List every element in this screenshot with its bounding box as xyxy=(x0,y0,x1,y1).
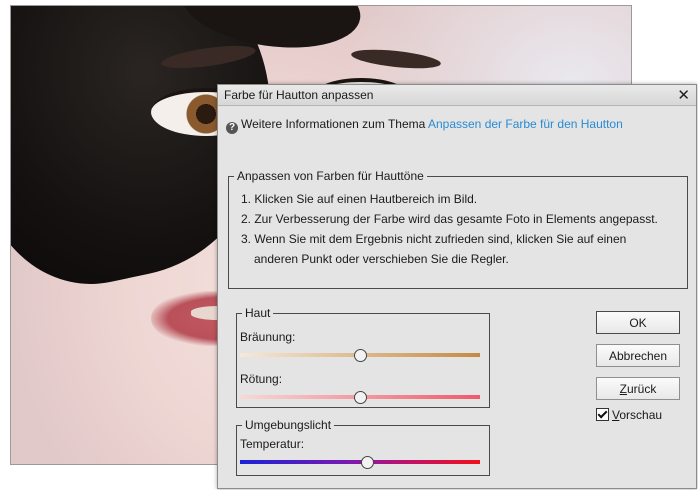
checkbox-check-icon[interactable] xyxy=(596,408,609,421)
info-text: Weitere Informationen zum Thema xyxy=(241,117,426,131)
reset-mnemonic: Z xyxy=(619,382,627,396)
help-link[interactable]: Anpassen der Farbe für den Hautton xyxy=(428,117,623,131)
reset-button[interactable]: Zurück xyxy=(596,377,680,400)
roetung-label: Rötung: xyxy=(240,372,283,386)
haut-group: Haut Bräunung: Rötung: xyxy=(236,306,490,408)
preview-checkbox[interactable]: Vorschau xyxy=(596,408,662,422)
roetung-slider-handle[interactable] xyxy=(353,391,367,404)
cancel-button[interactable]: Abbrechen xyxy=(596,344,680,367)
umgebungslicht-group: Umgebungslicht Temperatur: xyxy=(236,418,490,476)
instructions-legend: Anpassen von Farben für Hauttöne xyxy=(237,169,424,183)
instruction-step-2: 2. Zur Verbesserung der Farbe wird das g… xyxy=(241,212,658,226)
temperatur-slider-handle[interactable] xyxy=(360,456,374,469)
instruction-step-3-cont: anderen Punkt oder verschieben Sie die R… xyxy=(254,252,509,266)
ok-button[interactable]: OK xyxy=(596,311,680,334)
temperatur-label: Temperatur: xyxy=(240,437,305,451)
instructions-group: Anpassen von Farben für Hauttöne 1. Klic… xyxy=(228,169,688,289)
close-icon[interactable]: ✕ xyxy=(677,86,690,104)
title-bar: Farbe für Hautton anpassen ✕ xyxy=(218,85,696,106)
help-icon: ? xyxy=(226,122,238,134)
umgebungslicht-legend: Umgebungslicht xyxy=(245,418,332,432)
skin-tone-dialog: Farbe für Hautton anpassen ✕ ? Weitere In… xyxy=(217,84,697,489)
braeunung-slider-handle[interactable] xyxy=(353,349,367,362)
braeunung-label: Bräunung: xyxy=(240,330,296,344)
help-info-row: ? Weitere Informationen zum Thema Anpasse… xyxy=(226,117,623,134)
reset-label: urück xyxy=(627,382,657,396)
instruction-step-1: 1. Klicken Sie auf einen Hautbereich im … xyxy=(241,192,478,206)
preview-label: orschau xyxy=(619,408,663,422)
dialog-title: Farbe für Hautton anpassen xyxy=(224,88,374,102)
instruction-step-3: 3. Wenn Sie mit dem Ergebnis nicht zufri… xyxy=(241,232,627,246)
haut-legend: Haut xyxy=(245,306,271,320)
